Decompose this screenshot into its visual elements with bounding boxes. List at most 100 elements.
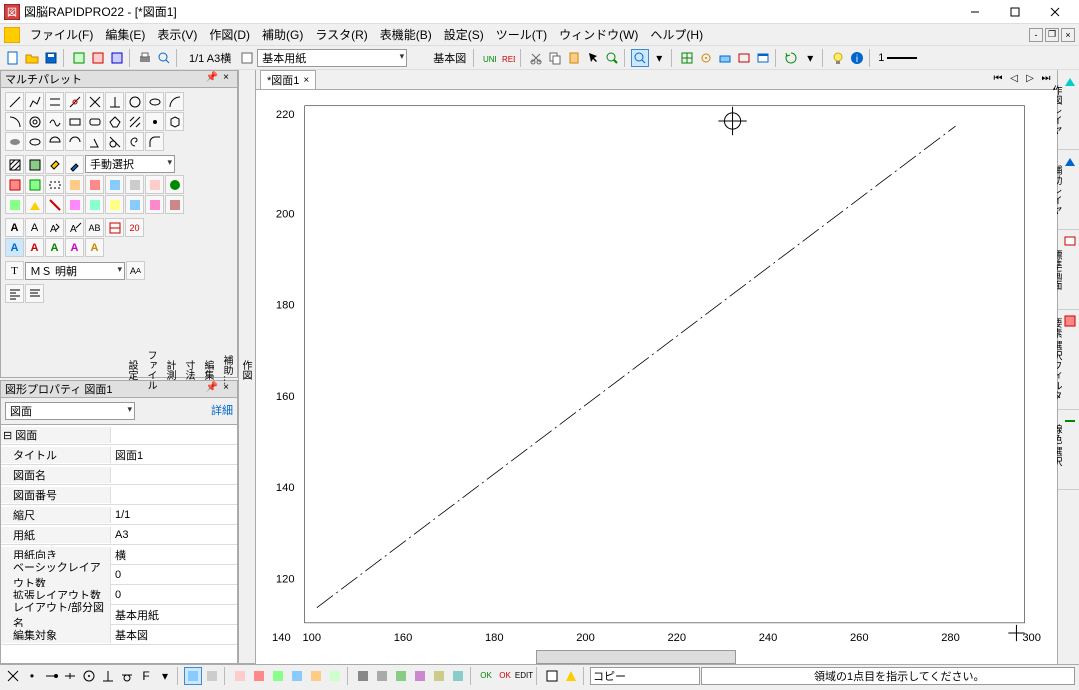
drawing-canvas[interactable]: 220 200 180 160 140 120 140 100 160 180 … [256, 90, 1057, 664]
maximize-button[interactable] [995, 0, 1035, 24]
menu-aux[interactable]: 補助(G) [256, 24, 309, 45]
zoom-icon[interactable] [603, 49, 621, 67]
spline-tool[interactable] [45, 112, 64, 131]
nav-next-icon[interactable]: ▷ [1023, 73, 1037, 87]
menu-table[interactable]: 表機能(B) [374, 24, 438, 45]
parallel-tool[interactable] [45, 92, 64, 111]
snap-tool[interactable] [65, 92, 84, 111]
menu-view[interactable]: 表示(V) [151, 24, 203, 45]
snap-dot-icon[interactable]: • [23, 667, 41, 685]
print-icon[interactable] [136, 49, 154, 67]
refresh-icon[interactable] [782, 49, 800, 67]
cross-tool[interactable] [85, 92, 104, 111]
new-icon[interactable] [4, 49, 22, 67]
snap-icon[interactable] [697, 49, 715, 67]
paper-icon[interactable] [238, 49, 256, 67]
ok2-icon[interactable]: OK [496, 667, 514, 685]
b5[interactable] [307, 667, 325, 685]
open-icon[interactable] [23, 49, 41, 67]
font-dropdown[interactable]: ＭＳ 明朝 [25, 262, 125, 280]
b13[interactable] [543, 667, 561, 685]
snap-perp-icon[interactable] [99, 667, 117, 685]
right-tab-line-color[interactable]: 線色 選択... [1058, 410, 1079, 490]
snap-text-icon[interactable]: F [137, 667, 155, 685]
st05[interactable] [85, 175, 104, 194]
menu-window[interactable]: ウィンドウ(W) [553, 24, 644, 45]
st10[interactable] [5, 195, 24, 214]
doc-tab-close-icon[interactable]: × [303, 75, 309, 86]
st14[interactable] [85, 195, 104, 214]
b9[interactable] [392, 667, 410, 685]
hatch2-tool[interactable] [5, 155, 24, 174]
info-icon[interactable]: i [848, 49, 866, 67]
b8[interactable] [373, 667, 391, 685]
text-bold-tool[interactable]: A [5, 218, 24, 237]
rect-tool[interactable] [65, 112, 84, 131]
st12[interactable] [45, 195, 64, 214]
st01[interactable] [5, 175, 24, 194]
template-icon[interactable] [70, 49, 88, 67]
snap-center-icon[interactable] [80, 667, 98, 685]
bulb-icon[interactable] [829, 49, 847, 67]
align-left-tool[interactable] [5, 284, 24, 303]
color-a3[interactable]: A [45, 238, 64, 257]
snap-tan-icon[interactable] [118, 667, 136, 685]
right-tab-std-screen[interactable]: 標準画面 [1058, 230, 1079, 310]
text-tool[interactable]: A [25, 218, 44, 237]
hatch3-tool[interactable] [25, 155, 44, 174]
b14[interactable] [562, 667, 580, 685]
view2-icon[interactable] [735, 49, 753, 67]
mdi-minimize[interactable]: - [1029, 28, 1043, 42]
right-tab-aux-layer[interactable]: 補助レイヤ [1058, 150, 1079, 230]
b1[interactable] [231, 667, 249, 685]
edit-icon[interactable]: EDIT [515, 667, 533, 685]
color-a4[interactable]: A [65, 238, 84, 257]
color-a5[interactable]: A [85, 238, 104, 257]
window-icon[interactable] [754, 49, 772, 67]
st13[interactable] [65, 195, 84, 214]
grid-icon[interactable] [678, 49, 696, 67]
eyedrop-tool[interactable] [65, 155, 84, 174]
h-scrollbar[interactable] [536, 650, 736, 664]
menu-settings[interactable]: 設定(S) [438, 24, 490, 45]
ok-icon[interactable]: OK [477, 667, 495, 685]
vtab-draw[interactable]: 作図 [236, 76, 255, 664]
vtab-aux[interactable]: 補助… [217, 76, 236, 664]
st03[interactable] [45, 175, 64, 194]
menu-edit[interactable]: 編集(E) [99, 24, 151, 45]
fill-ellipse-tool[interactable] [5, 132, 24, 151]
polyline-tool[interactable] [25, 92, 44, 111]
color-a2[interactable]: A [25, 238, 44, 257]
st04[interactable] [65, 175, 84, 194]
paint-tool[interactable] [45, 155, 64, 174]
layer2-icon[interactable] [716, 49, 734, 67]
close-button[interactable] [1035, 0, 1075, 24]
rectround-tool[interactable] [85, 112, 104, 131]
preview-icon[interactable] [155, 49, 173, 67]
b3[interactable] [269, 667, 287, 685]
menu-draw[interactable]: 作図(D) [203, 24, 256, 45]
arc3-tool[interactable] [65, 132, 84, 151]
sheet-icon[interactable] [108, 49, 126, 67]
right-tab-elem-filter[interactable]: 要素 選択フィルタ [1058, 310, 1079, 410]
mdi-restore[interactable]: ❐ [1045, 28, 1059, 42]
refresh-dropdown[interactable]: ▾ [801, 49, 819, 67]
layer-icon[interactable] [89, 49, 107, 67]
snap-ortho-icon[interactable]: ▾ [156, 667, 174, 685]
pointer-icon[interactable] [584, 49, 602, 67]
nav-prev-icon[interactable]: ◁ [1007, 73, 1021, 87]
copy-icon[interactable] [546, 49, 564, 67]
b2[interactable] [250, 667, 268, 685]
b11[interactable] [430, 667, 448, 685]
b10[interactable] [411, 667, 429, 685]
redo-icon[interactable]: REDO [499, 49, 517, 67]
search-mode-icon[interactable] [631, 49, 649, 67]
offset-tool[interactable] [25, 112, 44, 131]
color-a1[interactable]: A [5, 238, 24, 257]
vtab-edit[interactable]: 編集 [198, 76, 217, 664]
mode1-icon[interactable] [184, 667, 202, 685]
font-picker-icon[interactable]: T [5, 261, 24, 280]
line-tool[interactable] [5, 92, 24, 111]
b4[interactable] [288, 667, 306, 685]
select-mode-dropdown[interactable]: 手動選択 [85, 155, 175, 173]
